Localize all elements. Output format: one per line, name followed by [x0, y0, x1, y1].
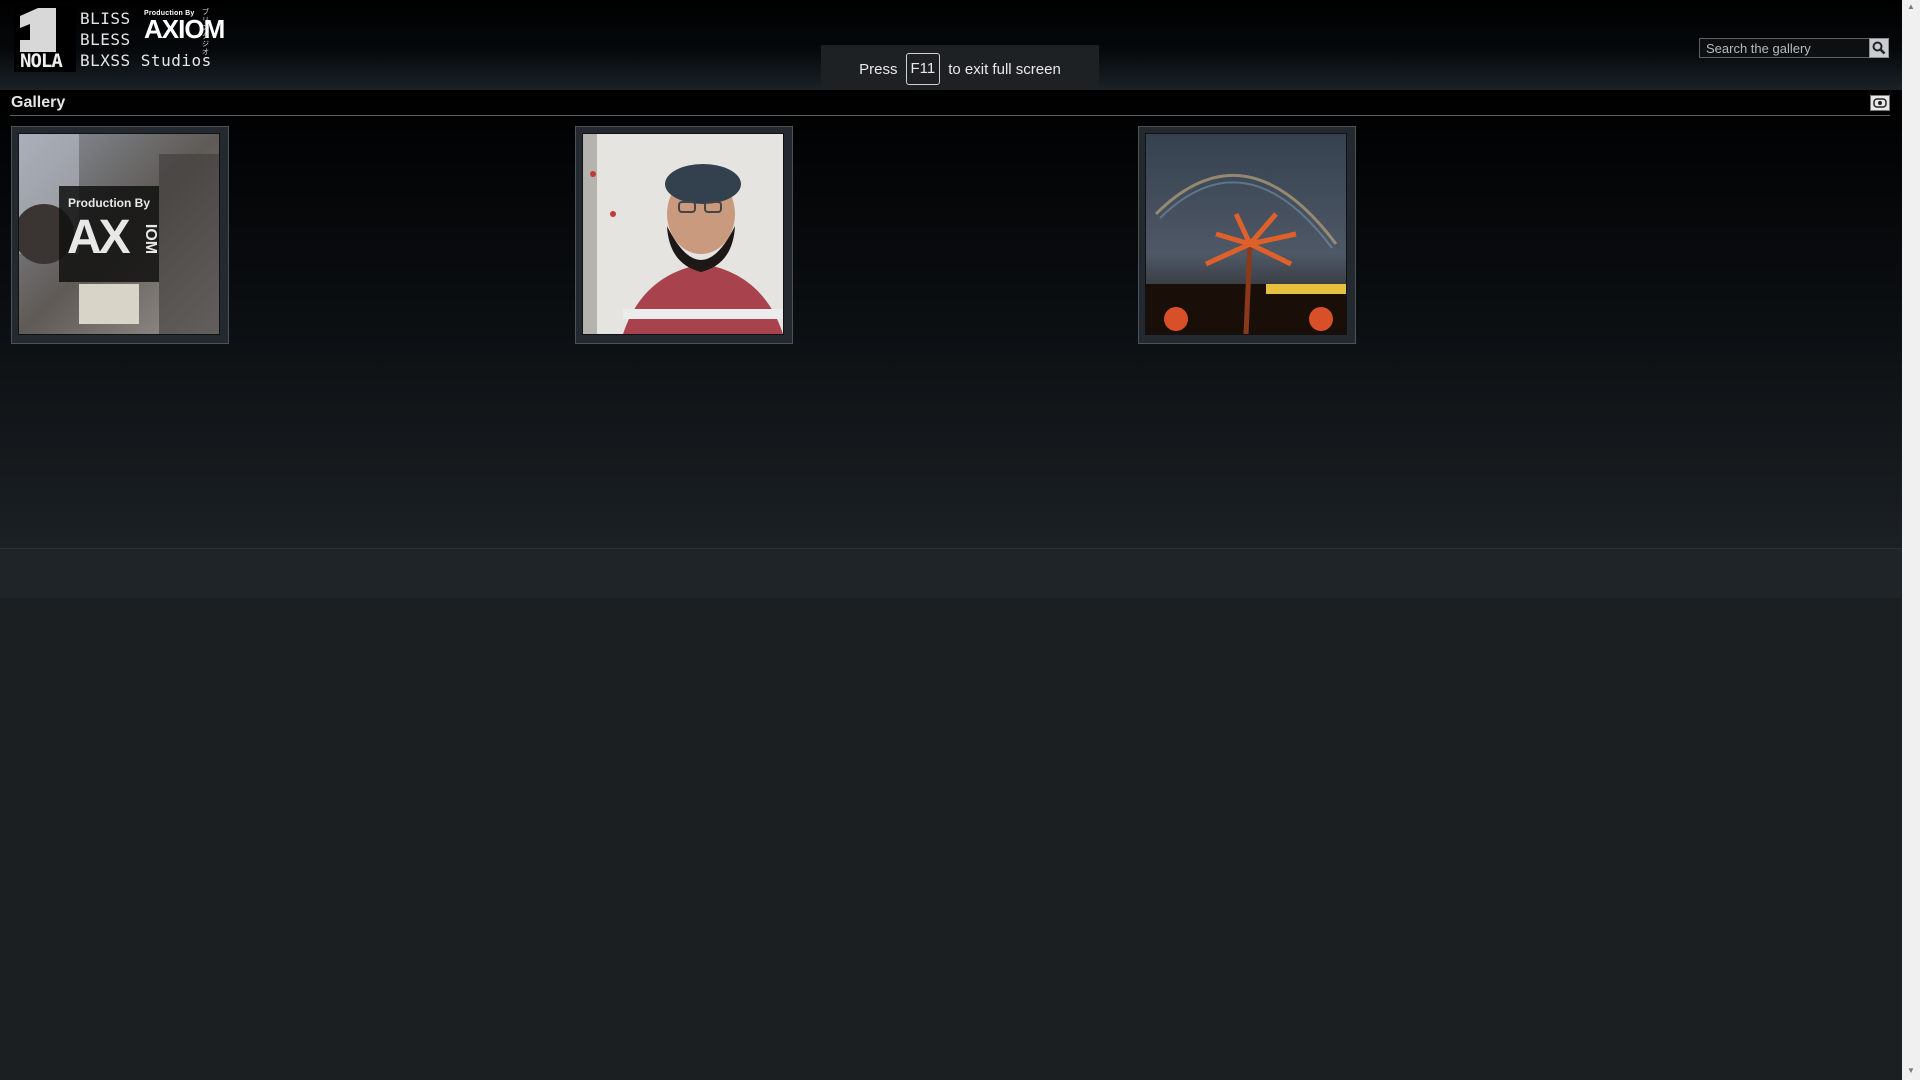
logo-line-3: BLXSS Studios: [80, 51, 212, 70]
gallery-panel: Gallery Production By AX IOM: [0, 90, 1903, 548]
slideshow-icon: [1873, 98, 1887, 108]
thumbnail-overlay-big: AX: [67, 211, 131, 264]
search-icon: [1872, 41, 1886, 55]
logo-axiom-badge: Production By AXIOM: [144, 10, 225, 44]
gallery-thumbnail[interactable]: [1138, 126, 1356, 344]
thumbnail-image: [1145, 133, 1347, 335]
gallery-thumbnail[interactable]: [575, 126, 793, 344]
thumbnail-image: Production By AX IOM: [18, 133, 220, 335]
logo-city: NOLA: [20, 50, 63, 72]
site-logo[interactable]: NOLA BLISS BLESS BLXSS Studios Productio…: [14, 6, 225, 74]
scroll-up-arrow-icon[interactable]: ▲: [1907, 2, 1915, 11]
search-box: [1699, 38, 1889, 58]
fullscreen-exit-notice: Press F11 to exit full screen: [821, 45, 1099, 93]
slideshow-button[interactable]: [1870, 95, 1890, 111]
thumbnail-image: [582, 133, 784, 335]
thumbnail-overlay-side: IOM: [142, 223, 160, 255]
search-button[interactable]: [1869, 38, 1889, 58]
toast-suffix: to exit full screen: [948, 60, 1061, 78]
scroll-thumb[interactable]: [1906, 14, 1916, 1064]
scroll-down-arrow-icon[interactable]: ▼: [1907, 1066, 1915, 1075]
vertical-scrollbar[interactable]: ▲ ▼: [1902, 0, 1920, 1080]
toast-prefix: Press: [859, 60, 898, 78]
thumbnail-overlay-small: Production By: [67, 196, 150, 210]
gallery-thumbnail[interactable]: Production By AX IOM: [11, 126, 229, 344]
search-input[interactable]: [1699, 38, 1873, 58]
page-title: Gallery: [11, 94, 66, 111]
footer-bar: [0, 548, 1902, 598]
logo-badge-big: AXIOM: [144, 14, 225, 44]
logo-kana: ブリスタジオ: [202, 8, 209, 56]
toast-key: F11: [905, 53, 941, 85]
title-divider: [10, 115, 1890, 116]
